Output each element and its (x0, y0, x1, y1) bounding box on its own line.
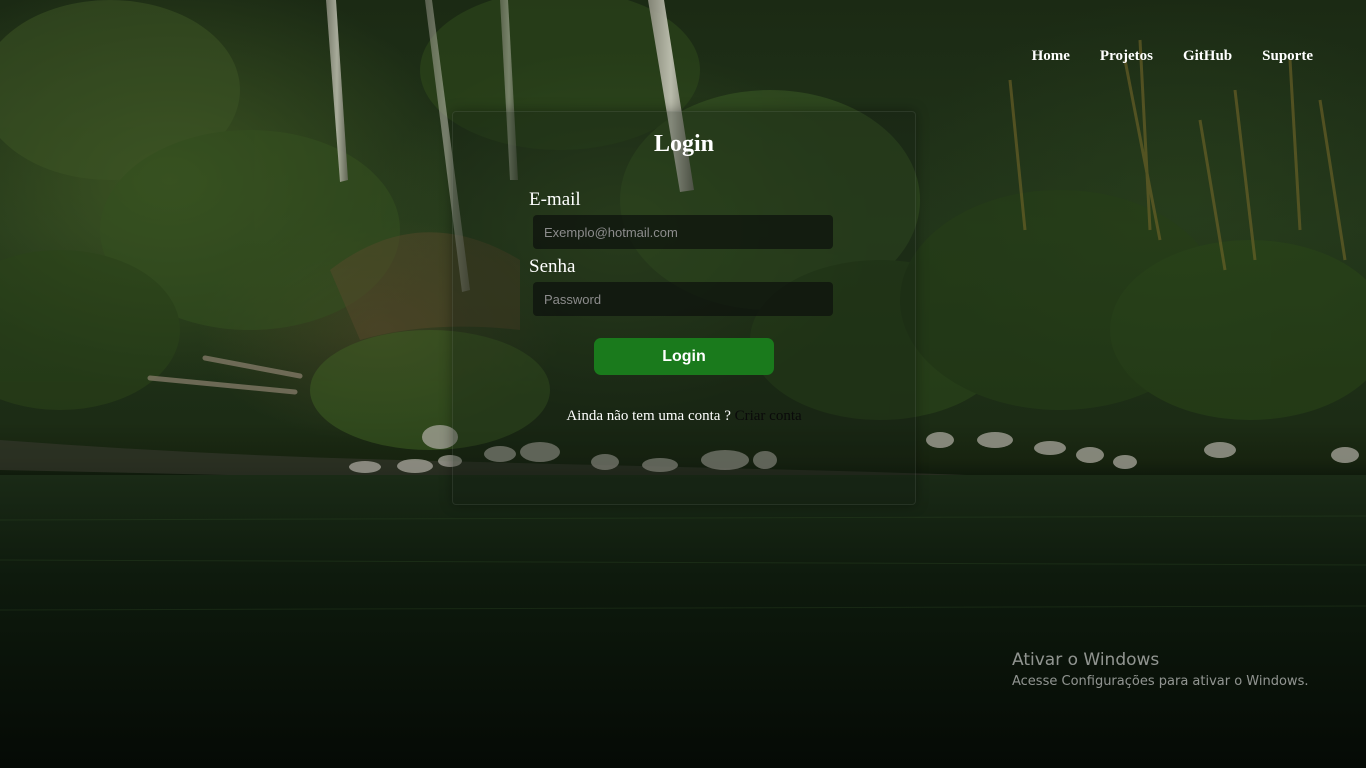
login-title: Login (653, 131, 715, 157)
nav-github[interactable]: GitHub (1183, 48, 1232, 65)
login-card: Login E-mail Senha Login Ainda não tem u… (452, 111, 916, 505)
windows-activation-watermark: Ativar o Windows Acesse Configurações pa… (1012, 650, 1308, 689)
nav-projetos[interactable]: Projetos (1100, 48, 1153, 65)
nav-home[interactable]: Home (1032, 48, 1070, 65)
watermark-title: Ativar o Windows (1012, 650, 1160, 670)
signup-row: Ainda não tem uma conta ? Criar conta (453, 408, 915, 425)
create-account-link[interactable]: Criar conta (735, 408, 802, 424)
password-label: Senha (529, 256, 576, 277)
nav-suporte[interactable]: Suporte (1262, 48, 1313, 65)
email-label: E-mail (529, 189, 581, 210)
email-field[interactable] (533, 215, 833, 249)
top-nav: Home Projetos GitHub Suporte (1032, 48, 1313, 65)
signup-prompt: Ainda não tem uma conta ? (566, 408, 731, 424)
login-button[interactable]: Login (594, 338, 774, 375)
watermark-subtitle: Acesse Configurações para ativar o Windo… (1012, 674, 1309, 689)
password-field[interactable] (533, 282, 833, 316)
